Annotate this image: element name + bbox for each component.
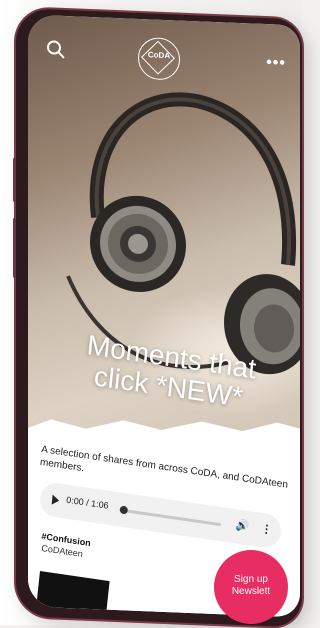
logo-text: CoDA: [147, 50, 171, 61]
player-time: 0:00 / 1:06: [65, 494, 110, 511]
more-dots-icon[interactable]: •••: [266, 54, 286, 73]
phone-side-button: [13, 217, 16, 278]
phone-frame: CoDA ••• Moments that click *NEW* A sele…: [13, 8, 302, 628]
more-vertical-icon[interactable]: ⋮: [260, 522, 272, 536]
newsletter-signup-button[interactable]: Sign up Newslett: [214, 550, 288, 624]
coda-logo[interactable]: CoDA: [138, 36, 180, 81]
play-icon[interactable]: [51, 494, 60, 506]
search-icon[interactable]: [46, 39, 66, 60]
phone-side-button: [13, 157, 16, 202]
phone-screen: CoDA ••• Moments that click *NEW* A sele…: [28, 14, 300, 618]
seek-knob[interactable]: [119, 505, 129, 515]
signup-line2: Newslett: [231, 586, 271, 597]
volume-icon[interactable]: 🔊: [235, 518, 250, 533]
signup-line1: Sign up: [234, 574, 268, 585]
top-bar: CoDA •••: [28, 14, 300, 95]
seek-track[interactable]: [121, 508, 222, 527]
